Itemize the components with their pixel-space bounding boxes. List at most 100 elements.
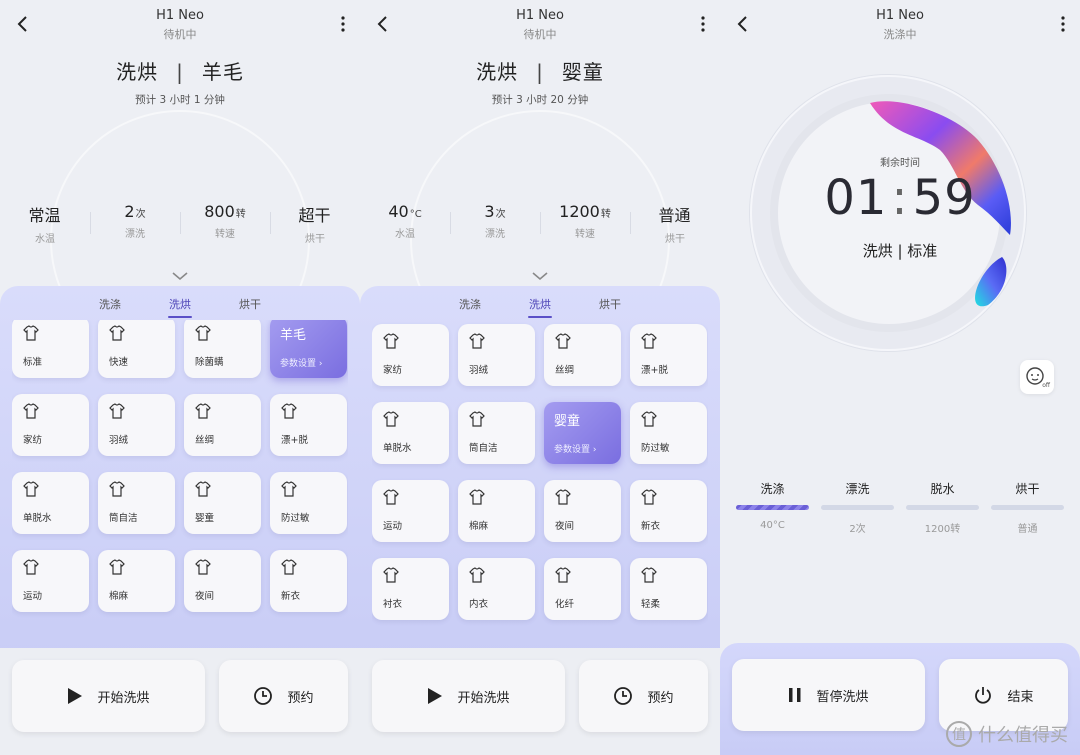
program-card-11[interactable]: 防过敏 (270, 472, 347, 534)
param-rinse[interactable]: 2次 漂洗 (90, 202, 180, 245)
program-card-5[interactable]: 筒自洁 (458, 402, 535, 464)
tab-wash-dry[interactable]: 洗烘 (145, 296, 215, 318)
tab-wash-dry[interactable]: 洗烘 (505, 296, 575, 318)
param-water-temp[interactable]: 40°C 水温 (360, 202, 450, 245)
stage-value: 2次 (849, 524, 866, 535)
param-settings-link[interactable]: 参数设置 › (280, 356, 322, 369)
param-spin[interactable]: 1200转 转速 (540, 202, 630, 245)
program-card-9[interactable]: 筒自洁 (98, 472, 175, 534)
chevron-down-icon[interactable] (170, 270, 190, 282)
tab-dry[interactable]: 烘干 (215, 296, 285, 318)
program-card-4[interactable]: 家纺 (12, 394, 89, 456)
stage-bar (821, 505, 894, 510)
more-icon[interactable] (1058, 14, 1068, 34)
program-card-3[interactable]: 羊毛 参数设置 › (270, 320, 347, 378)
mode-title: 洗烘 | 羊毛 (116, 60, 244, 84)
program-label: 夜间 (555, 521, 575, 532)
running-program: 洗烘 | 标准 (862, 242, 938, 260)
stage-rinse: 漂洗 2次 (821, 480, 894, 535)
program-label: 轻柔 (641, 599, 661, 610)
program-icon (383, 333, 399, 349)
param-value: 3 (484, 202, 495, 221)
program-card-15[interactable]: 轻柔 (630, 558, 707, 620)
more-icon[interactable] (338, 14, 348, 34)
program-icon (109, 403, 125, 419)
power-icon (975, 687, 992, 704)
more-icon[interactable] (698, 14, 708, 34)
tab-wash[interactable]: 洗涤 (435, 296, 505, 318)
start-button[interactable]: 开始洗烘 (12, 660, 205, 732)
program-card-14[interactable]: 化纤 (544, 558, 621, 620)
program-card-0[interactable]: 家纺 (372, 324, 449, 386)
time-minutes: 59 (912, 170, 976, 226)
program-label: 化纤 (555, 599, 575, 610)
param-row: 40°C 水温 3次 漂洗 1200转 转速 普通 烘干 (360, 202, 720, 245)
program-card-1[interactable]: 快速 (98, 320, 175, 378)
program-card-15[interactable]: 新衣 (270, 550, 347, 612)
program-card-2[interactable]: 丝绸 (544, 324, 621, 386)
param-dry[interactable]: 普通 烘干 (630, 202, 720, 245)
program-label: 单脱水 (23, 513, 52, 524)
reserve-button[interactable]: 预约 (219, 660, 348, 732)
program-card-14[interactable]: 夜间 (184, 550, 261, 612)
header: H1 Neo 待机中 (0, 0, 360, 48)
program-label: 单脱水 (383, 443, 412, 454)
stage-bar (906, 505, 979, 510)
program-card-6[interactable]: 丝绸 (184, 394, 261, 456)
stage-name: 漂洗 (845, 482, 870, 496)
program-card-4[interactable]: 单脱水 (372, 402, 449, 464)
program-card-6[interactable]: 婴童 参数设置 › (544, 402, 621, 464)
stage-value: 40°C (760, 520, 785, 531)
param-label: 烘干 (665, 234, 685, 245)
start-button[interactable]: 开始洗烘 (372, 660, 565, 732)
param-unit: 次 (135, 209, 146, 220)
param-value: 超干 (298, 206, 331, 225)
program-card-2[interactable]: 除菌螨 (184, 320, 261, 378)
program-card-12[interactable]: 衬衣 (372, 558, 449, 620)
program-card-9[interactable]: 棉麻 (458, 480, 535, 542)
child-lock-button[interactable]: off (1020, 360, 1054, 394)
param-spin[interactable]: 800转 转速 (180, 202, 270, 245)
program-card-1[interactable]: 羽绒 (458, 324, 535, 386)
param-settings-link[interactable]: 参数设置 › (554, 442, 596, 455)
program-card-11[interactable]: 新衣 (630, 480, 707, 542)
program-card-13[interactable]: 内衣 (458, 558, 535, 620)
param-dry[interactable]: 超干 烘干 (270, 202, 360, 245)
tab-dry[interactable]: 烘干 (575, 296, 645, 318)
param-row: 常温 水温 2次 漂洗 800转 转速 超干 烘干 (0, 202, 360, 245)
program-panel: 洗涤 洗烘 烘干 标准 快速 除菌螨 羊毛 参数设置 › 家纺 羽绒 丝绸 漂+脱单脱水 筒自洁 婴… (0, 286, 360, 656)
pause-button[interactable]: 暂停洗烘 (732, 659, 925, 731)
program-label: 新衣 (281, 591, 301, 602)
program-grid: 标准 快速 除菌螨 羊毛 参数设置 › 家纺 羽绒 丝绸 漂+脱单脱水 筒自洁 婴童 防过敏运动 棉麻 夜… (12, 320, 348, 656)
program-card-8[interactable]: 单脱水 (12, 472, 89, 534)
program-icon (555, 489, 571, 505)
program-card-3[interactable]: 漂+脱 (630, 324, 707, 386)
reserve-button[interactable]: 预约 (579, 660, 708, 732)
param-water-temp[interactable]: 常温 水温 (0, 202, 90, 245)
param-unit: 次 (495, 209, 506, 220)
program-card-13[interactable]: 棉麻 (98, 550, 175, 612)
stage-name: 脱水 (930, 482, 955, 496)
screen-running: H1 Neo 洗涤中 剩余时间 01:59 洗烘 | 标准 off 洗涤 40°… (720, 0, 1080, 755)
program-card-12[interactable]: 运动 (12, 550, 89, 612)
program-card-10[interactable]: 婴童 (184, 472, 261, 534)
mode-main: 洗烘 (116, 60, 159, 84)
program-icon (23, 325, 39, 341)
program-card-0[interactable]: 标准 (12, 320, 89, 378)
device-status: 待机中 (163, 28, 197, 41)
program-icon (109, 559, 125, 575)
tab-wash[interactable]: 洗涤 (75, 296, 145, 318)
program-card-5[interactable]: 羽绒 (98, 394, 175, 456)
chevron-down-icon[interactable] (530, 270, 550, 282)
param-value: 2 (124, 202, 135, 221)
param-rinse[interactable]: 3次 漂洗 (450, 202, 540, 245)
program-label: 漂+脱 (641, 365, 668, 376)
program-label: 除菌螨 (195, 357, 224, 368)
program-icon (281, 559, 297, 575)
program-card-8[interactable]: 运动 (372, 480, 449, 542)
program-label: 羽绒 (109, 435, 129, 446)
program-label: 棉麻 (109, 591, 129, 602)
program-card-10[interactable]: 夜间 (544, 480, 621, 542)
program-card-7[interactable]: 漂+脱 (270, 394, 347, 456)
program-card-7[interactable]: 防过敏 (630, 402, 707, 464)
